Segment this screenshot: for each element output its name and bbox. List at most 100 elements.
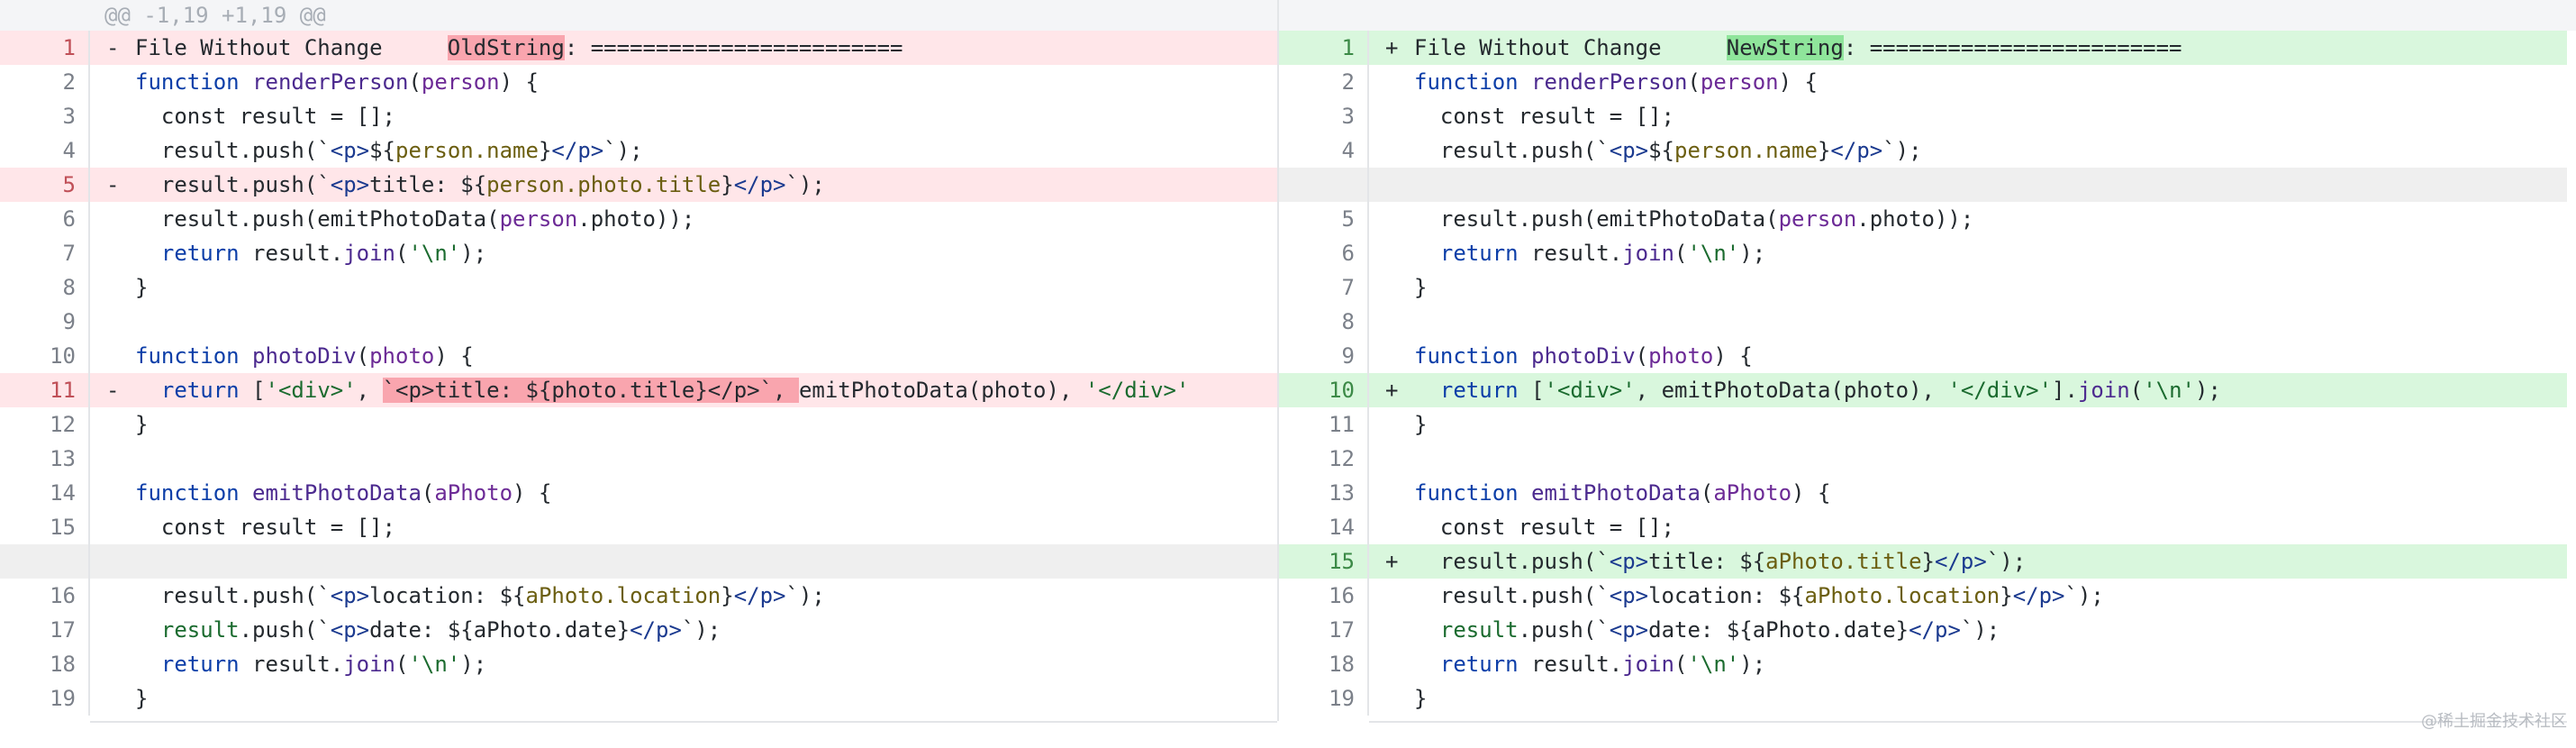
code-token: result.push(`: [1414, 583, 1610, 608]
code-token: (: [408, 69, 422, 95]
left-diff-line: 13: [0, 442, 1277, 476]
code-text: result.push(`<p>date: ${aPhoto.date}</p>…: [135, 613, 721, 647]
code-line: }: [90, 407, 1277, 442]
code-token: result.push(`: [135, 583, 331, 608]
code-token: `);: [1986, 549, 2027, 574]
line-number: 5: [0, 168, 90, 202]
code-token: location: ${: [1648, 583, 1805, 608]
right-diff-line: 7}: [1279, 270, 2567, 305]
code-token: }: [135, 275, 149, 300]
code-token: '\n': [408, 652, 461, 677]
code-text: function renderPerson(person) {: [135, 65, 539, 99]
left-diff-line: 7 return result.join('\n');: [0, 236, 1277, 270]
code-text: const result = [];: [1414, 510, 1674, 544]
code-line: result.push(`<p>${person.name}</p>`);: [90, 133, 1277, 168]
line-number: 18: [1279, 647, 1369, 681]
code-line: result.push(`<p>location: ${aPhoto.locat…: [1369, 579, 2567, 613]
code-text: return result.join('\n');: [135, 236, 486, 270]
code-token: ) {: [512, 480, 552, 506]
code-token: ) {: [499, 69, 539, 95]
code-line: }: [1369, 681, 2567, 716]
code-token: <p>: [1609, 617, 1649, 643]
code-line: function emitPhotoData(aPhoto) {: [90, 476, 1277, 510]
code-line: }: [90, 681, 1277, 716]
code-token: );: [1739, 652, 1766, 677]
code-token: date: ${aPhoto.date}: [369, 617, 630, 643]
code-token: <p>: [330, 583, 370, 608]
line-number: 8: [0, 270, 90, 305]
line-number: 1: [1279, 31, 1369, 65]
code-token: result.: [1518, 241, 1623, 266]
code-token: ${: [1648, 138, 1675, 163]
hunk-header-left: @@ -1,19 +1,19 @@: [0, 0, 1277, 31]
code-token: ${: [369, 138, 396, 163]
code-text: result.push(`<p>${person.name}</p>`);: [135, 133, 643, 168]
code-line: return result.join('\n');: [1369, 647, 2567, 681]
code-token: aPhoto: [434, 480, 513, 506]
code-token: }: [135, 686, 149, 711]
code-text: return result.join('\n');: [1414, 236, 1765, 270]
line-number: [1279, 168, 1369, 202]
code-token: emitPhotoData: [1531, 480, 1701, 506]
code-token: <p>: [1609, 549, 1649, 574]
code-token: }: [721, 583, 734, 608]
code-text: function photoDiv(photo) {: [1414, 339, 1753, 373]
left-diff-line: [0, 544, 1277, 579]
code-token: <p>: [1609, 138, 1649, 163]
code-token: (: [395, 652, 409, 677]
new-pane-bottom-border: [1369, 721, 2567, 723]
code-token: (: [1674, 652, 1688, 677]
left-diff-line: 15 const result = [];: [0, 510, 1277, 544]
code-token: </p>: [1830, 138, 1883, 163]
addition-marker: +: [1385, 35, 1399, 60]
code-token: File Without Change: [135, 35, 448, 60]
code-token: person: [1778, 206, 1857, 232]
code-line: result.push(emitPhotoData(person.photo))…: [90, 202, 1277, 236]
code-token: `);: [2064, 583, 2104, 608]
code-token: : ========================: [564, 35, 903, 60]
code-token: <p>: [330, 172, 370, 197]
code-token: title: ${: [1648, 549, 1766, 574]
line-number: 6: [1279, 236, 1369, 270]
code-text: }: [1414, 270, 1427, 305]
changed-token: OldString: [447, 35, 565, 60]
code-token: result: [1439, 617, 1519, 643]
code-text: result.push(`<p>title: ${aPhoto.title}</…: [1414, 544, 2026, 579]
left-diff-line: 19}: [0, 681, 1277, 716]
line-number: 3: [1279, 99, 1369, 133]
code-line: result.push(emitPhotoData(person.photo))…: [1369, 202, 2567, 236]
code-token: (: [2129, 378, 2144, 403]
code-token: '\n': [2143, 378, 2195, 403]
right-diff-line: 2 function renderPerson(person) {: [1279, 65, 2567, 99]
code-line: - result.push(`<p>title: ${person.photo.…: [90, 168, 1277, 202]
addition-marker: +: [1385, 378, 1399, 403]
line-number: 5: [1279, 202, 1369, 236]
code-text: function renderPerson(person) {: [1414, 65, 1818, 99]
code-text: const result = [];: [135, 99, 395, 133]
code-line: function photoDiv(photo) {: [90, 339, 1277, 373]
right-diff-line: 12: [1279, 442, 2567, 476]
code-token: const result = [];: [1414, 515, 1674, 540]
code-token: aPhoto: [1713, 480, 1792, 506]
code-line: const result = [];: [90, 510, 1277, 544]
code-token: File Without Change: [1414, 35, 1727, 60]
line-number: 17: [1279, 613, 1369, 647]
code-token: [: [1518, 378, 1545, 403]
code-token: </p>: [630, 617, 682, 643]
code-token: result: [160, 617, 240, 643]
code-token: : ========================: [1843, 35, 2182, 60]
left-diff-line: 10 function photoDiv(photo) {: [0, 339, 1277, 373]
code-line: }: [90, 270, 1277, 305]
code-text: function photoDiv(photo) {: [135, 339, 474, 373]
code-token: photo: [1648, 343, 1714, 369]
code-text: }: [135, 407, 148, 442]
code-token: .photo));: [1856, 206, 1974, 232]
line-number: [0, 544, 90, 579]
deletion-marker: -: [106, 172, 120, 197]
code-token: }: [1921, 549, 1935, 574]
left-diff-line: 14 function emitPhotoData(aPhoto) {: [0, 476, 1277, 510]
line-number: 14: [0, 476, 90, 510]
